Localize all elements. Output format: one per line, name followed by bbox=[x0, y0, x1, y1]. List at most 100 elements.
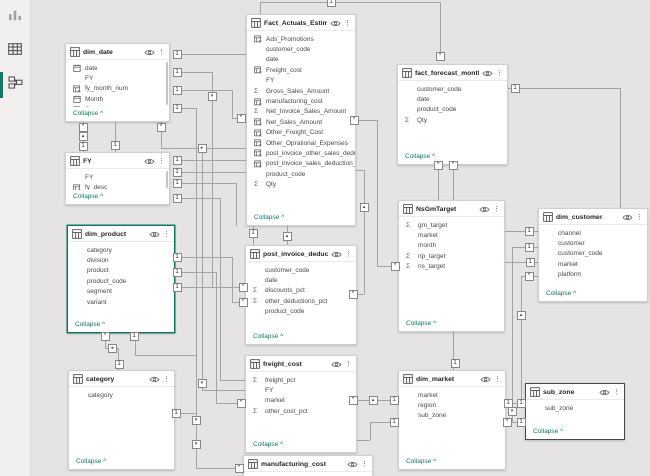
relationship-line[interactable] bbox=[438, 167, 439, 200]
field-row[interactable]: category bbox=[68, 245, 174, 255]
field-row[interactable]: category bbox=[69, 390, 174, 400]
field-row[interactable]: channel bbox=[539, 228, 647, 238]
table-header-nsgmtarget[interactable]: NsGmTarget ⋮ bbox=[399, 201, 504, 217]
relationship-line[interactable] bbox=[260, 2, 440, 3]
field-row[interactable]: division bbox=[68, 255, 174, 265]
table-card-dim_customer[interactable]: dim_customer ⋮ channel customer customer_cod… bbox=[538, 208, 648, 302]
table-header-sub_zone[interactable]: sub_zone ⋮ bbox=[526, 384, 624, 400]
more-options-icon[interactable]: ⋮ bbox=[493, 206, 500, 213]
field-row[interactable]: Σother_cost_pct bbox=[246, 406, 356, 416]
field-row[interactable]: fx Net_Sales_Amount bbox=[247, 117, 355, 127]
table-card-category[interactable]: category ⋮ category Collapse ^ bbox=[68, 370, 175, 470]
visibility-eye-icon[interactable] bbox=[331, 361, 342, 368]
field-row[interactable]: Month bbox=[66, 94, 169, 104]
collapse-link[interactable]: Collapse ^ bbox=[539, 287, 647, 301]
relationship-line[interactable] bbox=[176, 183, 236, 184]
field-row[interactable]: customer_code bbox=[539, 249, 647, 259]
more-options-icon[interactable]: ⋮ bbox=[345, 361, 352, 368]
table-header-post_invoice_deductions[interactable]: post_invoice_deducti... ⋮ bbox=[246, 246, 356, 262]
field-row[interactable]: Σgm_target bbox=[399, 220, 504, 230]
table-header-dim_date[interactable]: dim_date ⋮ bbox=[66, 44, 169, 60]
visibility-eye-icon[interactable] bbox=[144, 49, 155, 56]
field-row[interactable]: FY bbox=[247, 76, 355, 86]
field-row[interactable]: product bbox=[68, 266, 174, 276]
field-row[interactable]: segment bbox=[68, 287, 174, 297]
relationship-line[interactable] bbox=[220, 380, 245, 381]
table-card-post_invoice_deductions[interactable]: post_invoice_deducti... ⋮ customer_codedat… bbox=[245, 245, 357, 345]
relationship-line[interactable] bbox=[176, 257, 232, 258]
table-card-fy[interactable]: FY ⋮ FY fx fy_descCollapse ^ bbox=[65, 152, 170, 205]
table-card-freight_cost[interactable]: freight_cost ⋮ Σfreight_pct FY market Σother_… bbox=[245, 355, 357, 453]
relationship-line[interactable] bbox=[440, 2, 441, 58]
field-row[interactable]: fx Other_Oprational_Expenses bbox=[247, 138, 355, 148]
field-row[interactable]: Σdiscounts_pct bbox=[246, 286, 356, 296]
field-row[interactable]: product_code bbox=[398, 105, 507, 115]
table-header-fy[interactable]: FY ⋮ bbox=[66, 153, 169, 169]
field-row[interactable]: platform bbox=[539, 270, 647, 280]
relationship-line[interactable] bbox=[232, 90, 233, 118]
collapse-link[interactable]: Collapse ^ bbox=[526, 425, 624, 439]
relationship-line[interactable] bbox=[196, 468, 238, 469]
field-row[interactable]: fx manufacturing_cost bbox=[247, 96, 355, 106]
relationship-line[interactable] bbox=[176, 272, 216, 273]
relationship-line[interactable] bbox=[135, 355, 196, 356]
relationship-line[interactable] bbox=[176, 172, 246, 173]
collapse-link[interactable]: Collapse ^ bbox=[246, 438, 356, 452]
visibility-eye-icon[interactable] bbox=[144, 158, 155, 165]
visibility-eye-icon[interactable] bbox=[482, 70, 493, 77]
relationship-line[interactable] bbox=[216, 272, 217, 403]
more-options-icon[interactable]: ⋮ bbox=[361, 461, 368, 468]
data-view-button[interactable] bbox=[0, 34, 30, 68]
field-row[interactable]: date bbox=[247, 55, 355, 65]
table-card-nsgmtarget[interactable]: NsGmTarget ⋮ Σgm_target market month Σnp_targ… bbox=[398, 200, 505, 332]
field-list-scrollbar[interactable] bbox=[166, 62, 168, 105]
field-row[interactable]: Σ Net_Invoice_Sales_Amount bbox=[247, 107, 355, 117]
model-view-button[interactable] bbox=[0, 68, 30, 102]
more-options-icon[interactable]: ⋮ bbox=[345, 251, 352, 258]
field-row[interactable]: variant bbox=[68, 297, 174, 307]
relationship-line[interactable] bbox=[232, 257, 233, 302]
field-row[interactable]: date bbox=[66, 63, 169, 73]
field-list-scrollbar[interactable] bbox=[166, 171, 168, 188]
field-row[interactable]: Σother_deductions_pct bbox=[246, 296, 356, 306]
field-row[interactable]: FY bbox=[246, 385, 356, 395]
relationship-line[interactable] bbox=[176, 54, 246, 55]
field-row[interactable]: market bbox=[246, 396, 356, 406]
table-header-fact_forecast_monthly[interactable]: fact_forecast_monthly ⋮ bbox=[398, 65, 507, 81]
visibility-eye-icon[interactable] bbox=[149, 376, 160, 383]
collapse-link[interactable]: Collapse ^ bbox=[247, 211, 355, 225]
field-row[interactable]: Σnp_target bbox=[399, 251, 504, 261]
relationship-line[interactable] bbox=[176, 160, 246, 161]
table-header-freight_cost[interactable]: freight_cost ⋮ bbox=[246, 356, 356, 372]
field-row[interactable]: market bbox=[399, 230, 504, 240]
more-options-icon[interactable]: ⋮ bbox=[613, 389, 620, 396]
visibility-eye-icon[interactable] bbox=[331, 251, 342, 258]
field-row[interactable]: product_code bbox=[246, 307, 356, 317]
table-header-manufacturing_cost[interactable]: manufacturing_cost ⋮ bbox=[244, 456, 372, 472]
more-options-icon[interactable]: ⋮ bbox=[158, 49, 165, 56]
relationship-line[interactable] bbox=[508, 88, 620, 89]
field-row[interactable]: date bbox=[246, 275, 356, 285]
report-view-button[interactable] bbox=[0, 0, 30, 34]
field-row[interactable]: sub_zone bbox=[399, 411, 505, 421]
field-row[interactable]: date bbox=[398, 94, 507, 104]
visibility-eye-icon[interactable] bbox=[480, 376, 491, 383]
field-row[interactable]: Σns_target bbox=[399, 262, 504, 272]
relationship-line[interactable] bbox=[356, 170, 364, 171]
field-row[interactable]: fxQuarter bbox=[66, 105, 169, 107]
relationship-line[interactable] bbox=[357, 294, 364, 295]
more-options-icon[interactable]: ⋮ bbox=[636, 214, 643, 221]
field-row[interactable]: fx fy_month_num bbox=[66, 84, 169, 94]
relationship-line[interactable] bbox=[377, 120, 378, 266]
visibility-eye-icon[interactable] bbox=[149, 231, 160, 238]
more-options-icon[interactable]: ⋮ bbox=[163, 376, 170, 383]
table-header-dim_market[interactable]: dim_market ⋮ bbox=[399, 371, 505, 387]
field-row[interactable]: Σ Qty bbox=[247, 179, 355, 189]
field-row[interactable]: Σ Qty bbox=[398, 115, 507, 125]
collapse-link[interactable]: Collapse ^ bbox=[69, 455, 174, 469]
relationship-line[interactable] bbox=[512, 247, 513, 422]
field-row[interactable]: customer bbox=[539, 238, 647, 248]
relationship-line[interactable] bbox=[220, 198, 221, 380]
field-row[interactable]: fx Ads_Promotions bbox=[247, 34, 355, 44]
table-header-dim_customer[interactable]: dim_customer ⋮ bbox=[539, 209, 647, 225]
